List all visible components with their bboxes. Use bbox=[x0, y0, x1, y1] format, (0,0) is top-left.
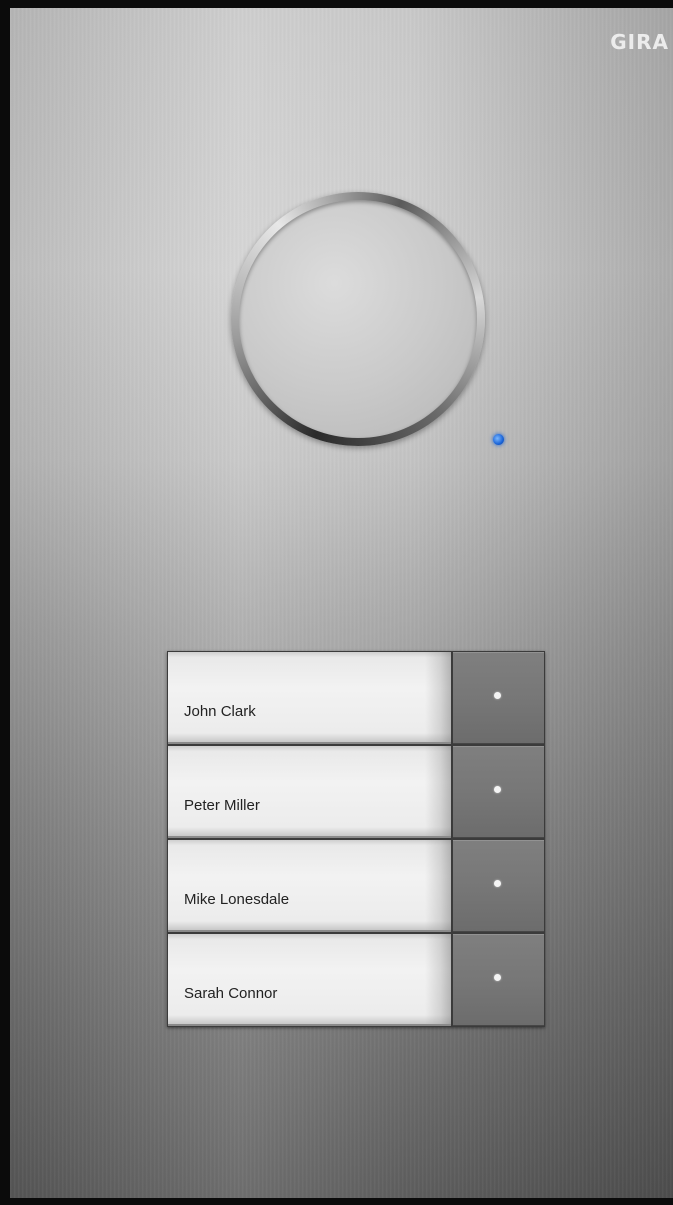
resident-name-label: John Clark bbox=[184, 703, 256, 720]
button-indicator-icon bbox=[494, 880, 501, 887]
camera-lens-icon bbox=[231, 192, 485, 446]
door-station-panel: GIRA John Clark Peter Miller Mike Lonesd… bbox=[10, 8, 673, 1198]
button-indicator-icon bbox=[494, 692, 501, 699]
resident-row: John Clark bbox=[167, 651, 545, 745]
resident-row: Peter Miller bbox=[167, 745, 545, 839]
resident-name-label: Sarah Connor bbox=[184, 985, 278, 1002]
call-button-mike-lonesdale[interactable] bbox=[453, 840, 544, 932]
nameplate: Peter Miller bbox=[168, 746, 451, 838]
status-led-icon bbox=[493, 434, 504, 445]
resident-name-label: Peter Miller bbox=[184, 797, 260, 814]
button-indicator-icon bbox=[494, 786, 501, 793]
call-button-group: John Clark Peter Miller Mike Lonesdale S… bbox=[167, 651, 545, 1027]
resident-row: Mike Lonesdale bbox=[167, 839, 545, 933]
call-button-john-clark[interactable] bbox=[453, 652, 544, 744]
camera-lens-face bbox=[239, 200, 477, 438]
call-button-peter-miller[interactable] bbox=[453, 746, 544, 838]
resident-row: Sarah Connor bbox=[167, 933, 545, 1027]
nameplate: Sarah Connor bbox=[168, 934, 451, 1026]
button-indicator-icon bbox=[494, 974, 501, 981]
nameplate: John Clark bbox=[168, 652, 451, 744]
resident-name-label: Mike Lonesdale bbox=[184, 891, 290, 908]
brand-logo: GIRA bbox=[610, 30, 669, 54]
call-button-sarah-connor[interactable] bbox=[453, 934, 544, 1026]
nameplate: Mike Lonesdale bbox=[168, 840, 451, 932]
